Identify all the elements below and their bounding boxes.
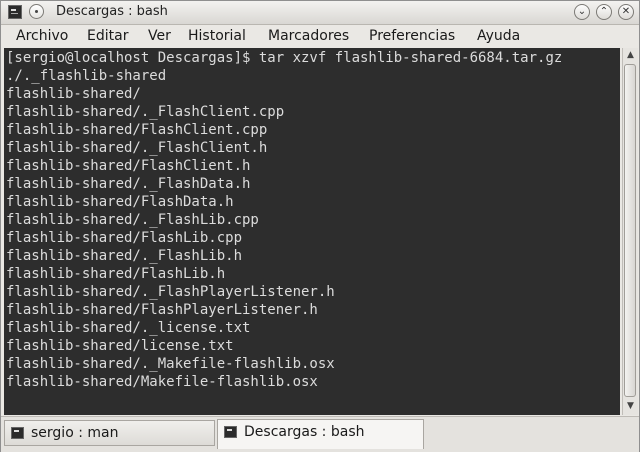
terminal-line: flashlib-shared/FlashPlayerListener.h: [6, 302, 318, 318]
scroll-thumb[interactable]: [624, 64, 636, 397]
terminal-icon: [224, 426, 237, 438]
terminal-scrollbar[interactable]: ▲ ▼: [622, 48, 638, 415]
minimize-button[interactable]: ⌄: [574, 4, 590, 20]
terminal-line: flashlib-shared/._FlashClient.h: [6, 140, 268, 156]
terminal-line: flashlib-shared/._FlashPlayerListener.h: [6, 284, 335, 300]
maximize-button[interactable]: ⌃: [596, 4, 612, 20]
window-menu-icon[interactable]: [29, 4, 44, 19]
terminal-line: flashlib-shared/._FlashLib.h: [6, 248, 243, 264]
menu-editar[interactable]: Editar: [87, 28, 128, 44]
scroll-up-icon[interactable]: ▲: [623, 48, 638, 63]
terminal-line: flashlib-shared/FlashClient.h: [6, 158, 251, 174]
terminal-line: flashlib-shared/._license.txt: [6, 320, 251, 336]
scroll-down-icon[interactable]: ▼: [623, 399, 638, 414]
terminal-line: flashlib-shared/._Makefile-flashlib.osx: [6, 356, 335, 372]
tab-sergio-man[interactable]: sergio : man: [4, 420, 215, 446]
title-bar[interactable]: Descargas : bash ⌄ ⌃ ✕: [1, 1, 639, 25]
menu-marcadores[interactable]: Marcadores: [268, 28, 349, 44]
tab-descargas-bash[interactable]: Descargas : bash: [217, 419, 424, 449]
terminal-window: Descargas : bash ⌄ ⌃ ✕ Archivo Editar Ve…: [0, 0, 640, 452]
terminal-app-icon[interactable]: [8, 5, 22, 19]
terminal-line: flashlib-shared/license.txt: [6, 338, 234, 354]
tab-label: sergio : man: [31, 425, 119, 441]
terminal-line: ./._flashlib-shared: [6, 68, 167, 84]
terminal-line: flashlib-shared/FlashData.h: [6, 194, 234, 210]
menu-bar: Archivo Editar Ver Historial Marcadores …: [1, 25, 639, 47]
window-title: Descargas : bash: [56, 4, 168, 19]
menu-preferencias[interactable]: Preferencias: [369, 28, 455, 44]
terminal-line: flashlib-shared/FlashLib.h: [6, 266, 226, 282]
terminal-output[interactable]: [sergio@localhost Descargas]$ tar xzvf f…: [4, 48, 620, 415]
terminal-line: flashlib-shared/Makefile-flashlib.osx: [6, 374, 318, 390]
terminal-line: flashlib-shared/FlashLib.cpp: [6, 230, 243, 246]
terminal-line: flashlib-shared/._FlashClient.cpp: [6, 104, 285, 120]
terminal-line: flashlib-shared/._FlashData.h: [6, 176, 251, 192]
tab-bar: sergio : man Descargas : bash: [1, 416, 639, 452]
menu-archivo[interactable]: Archivo: [16, 28, 68, 44]
tab-label: Descargas : bash: [244, 424, 365, 440]
menu-ver[interactable]: Ver: [148, 28, 171, 44]
terminal-line: flashlib-shared/: [6, 86, 141, 102]
close-button[interactable]: ✕: [618, 4, 634, 20]
terminal-icon: [11, 427, 24, 439]
menu-historial[interactable]: Historial: [188, 28, 246, 44]
terminal-line-prompt: [sergio@localhost Descargas]$ tar xzvf f…: [6, 50, 563, 66]
menu-ayuda[interactable]: Ayuda: [477, 28, 520, 44]
terminal-line: flashlib-shared/FlashClient.cpp: [6, 122, 268, 138]
terminal-line: flashlib-shared/._FlashLib.cpp: [6, 212, 259, 228]
